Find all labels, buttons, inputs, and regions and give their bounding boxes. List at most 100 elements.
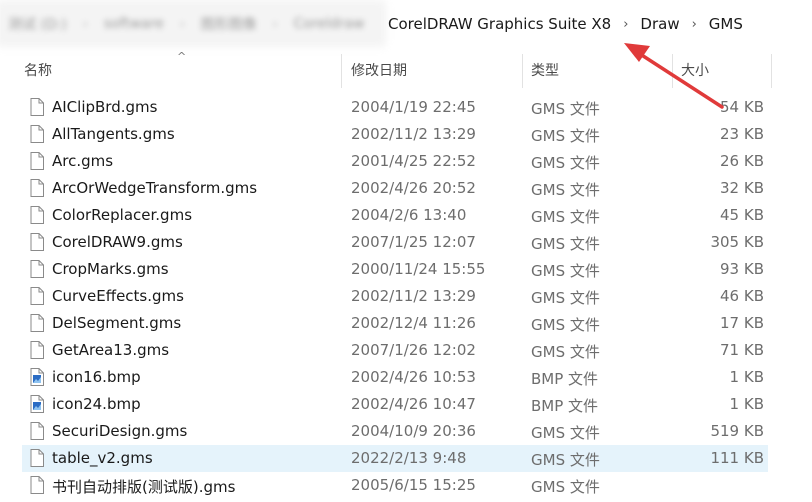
file-name: AllTangents.gms	[52, 125, 175, 143]
file-row[interactable]: AllTangents.gms 2002/11/2 13:29 GMS 文件 2…	[0, 121, 812, 148]
file-name: AIClipBrd.gms	[52, 98, 158, 116]
document-icon	[30, 206, 44, 224]
file-type: GMS 文件	[531, 181, 600, 199]
file-name: ColorReplacer.gms	[52, 206, 193, 224]
file-size: 1 KB	[729, 368, 764, 386]
file-size: 1 KB	[729, 395, 764, 413]
document-icon	[30, 449, 44, 467]
chevron-right-icon: ›	[82, 16, 88, 31]
breadcrumb-blurred-item: 图形图像	[200, 16, 257, 33]
column-header-modified-label: 修改日期	[351, 63, 407, 79]
file-row[interactable]: table_v2.gms 2022/2/13 9:48 GMS 文件 111 K…	[0, 445, 812, 472]
file-type: GMS 文件	[531, 154, 600, 172]
chevron-right-icon[interactable]: ›	[623, 17, 628, 32]
breadcrumb-blurred-item: 测试 (D:)	[8, 16, 67, 33]
blurred-path-prefix: 测试 (D:) › software › 图形图像 › Coreldraw	[0, 4, 382, 43]
file-name: icon24.bmp	[52, 395, 141, 413]
file-modified: 2005/6/15 15:25	[351, 476, 476, 494]
image-file-icon	[30, 368, 44, 386]
file-size: 46 KB	[720, 287, 764, 305]
file-row[interactable]: icon24.bmp 2002/4/26 10:47 BMP 文件 1 KB	[0, 391, 812, 418]
file-row[interactable]: CurveEffects.gms 2002/11/2 13:29 GMS 文件 …	[0, 283, 812, 310]
file-row[interactable]: DelSegment.gms 2002/12/4 11:26 GMS 文件 17…	[0, 310, 812, 337]
file-size: 45 KB	[720, 206, 764, 224]
column-header-name[interactable]: 名称	[18, 52, 344, 88]
file-size: 305 KB	[710, 233, 764, 251]
file-type: GMS 文件	[531, 424, 600, 442]
file-modified: 2002/11/2 13:29	[351, 287, 476, 305]
file-type: GMS 文件	[531, 127, 600, 145]
breadcrumb: CorelDRAW Graphics Suite X8 › Draw › GMS	[388, 0, 743, 48]
column-divider[interactable]	[771, 54, 772, 88]
file-size: 32 KB	[720, 179, 764, 197]
column-header-modified[interactable]: 修改日期	[345, 52, 523, 88]
file-modified: 2004/2/6 13:40	[351, 206, 467, 224]
file-type: GMS 文件	[531, 208, 600, 226]
file-name: table_v2.gms	[52, 449, 153, 467]
document-icon	[30, 476, 44, 494]
file-modified: 2002/4/26 10:47	[351, 395, 476, 413]
document-icon	[30, 233, 44, 251]
file-size: 519 KB	[710, 422, 764, 440]
file-row[interactable]: CropMarks.gms 2000/11/24 15:55 GMS 文件 93…	[0, 256, 812, 283]
file-explorer-window: 测试 (D:) › software › 图形图像 › Coreldraw Co…	[0, 0, 812, 502]
column-header-type-label: 类型	[531, 63, 559, 79]
image-file-icon	[30, 395, 44, 413]
file-row[interactable]: GetArea13.gms 2007/1/26 12:02 GMS 文件 71 …	[0, 337, 812, 364]
file-type: GMS 文件	[531, 451, 600, 469]
file-row[interactable]: icon16.bmp 2002/4/26 10:53 BMP 文件 1 KB	[0, 364, 812, 391]
column-divider[interactable]	[341, 54, 342, 88]
document-icon	[30, 125, 44, 143]
document-icon	[30, 287, 44, 305]
file-name: 书刊自动排版(测试版).gms	[52, 478, 236, 496]
chevron-right-icon[interactable]: ›	[692, 17, 697, 32]
file-row[interactable]: AIClipBrd.gms 2004/1/19 22:45 GMS 文件 54 …	[0, 94, 812, 121]
file-size: 17 KB	[720, 314, 764, 332]
file-row[interactable]: CorelDRAW9.gms 2007/1/25 12:07 GMS 文件 30…	[0, 229, 812, 256]
file-name: SecuriDesign.gms	[52, 422, 188, 440]
breadcrumb-item-gms[interactable]: GMS	[709, 15, 743, 33]
file-row[interactable]: ColorReplacer.gms 2004/2/6 13:40 GMS 文件 …	[0, 202, 812, 229]
file-name: ArcOrWedgeTransform.gms	[52, 179, 258, 197]
file-name: DelSegment.gms	[52, 314, 182, 332]
document-icon	[30, 314, 44, 332]
chevron-right-icon: ›	[179, 16, 185, 31]
breadcrumb-blurred-item: Coreldraw	[293, 15, 365, 32]
file-list: AIClipBrd.gms 2004/1/19 22:45 GMS 文件 54 …	[0, 94, 812, 499]
document-icon	[30, 152, 44, 170]
file-type: GMS 文件	[531, 262, 600, 280]
file-size: 93 KB	[720, 260, 764, 278]
file-modified: 2001/4/25 22:52	[351, 152, 476, 170]
file-name: GetArea13.gms	[52, 341, 170, 359]
document-icon	[30, 98, 44, 116]
column-header-size[interactable]: 大小	[675, 52, 771, 88]
column-header-size-label: 大小	[681, 63, 709, 79]
file-name: CurveEffects.gms	[52, 287, 184, 305]
column-header-bar: ^ 名称 修改日期 类型 大小	[0, 50, 812, 88]
file-size: 71 KB	[720, 341, 764, 359]
column-header-type[interactable]: 类型	[525, 52, 673, 88]
file-row[interactable]: ArcOrWedgeTransform.gms 2002/4/26 20:52 …	[0, 175, 812, 202]
document-icon	[30, 260, 44, 278]
file-name: CropMarks.gms	[52, 260, 169, 278]
file-row[interactable]: SecuriDesign.gms 2004/10/9 20:36 GMS 文件 …	[0, 418, 812, 445]
file-type: GMS 文件	[531, 316, 600, 334]
file-modified: 2007/1/25 12:07	[351, 233, 476, 251]
breadcrumb-item-coreldraw-suite[interactable]: CorelDRAW Graphics Suite X8	[388, 15, 611, 33]
breadcrumb-item-draw[interactable]: Draw	[640, 15, 679, 33]
file-size: 54 KB	[720, 98, 764, 116]
file-row[interactable]: Arc.gms 2001/4/25 22:52 GMS 文件 26 KB	[0, 148, 812, 175]
file-modified: 2002/4/26 20:52	[351, 179, 476, 197]
file-modified: 2007/1/26 12:02	[351, 341, 476, 359]
column-divider[interactable]	[522, 54, 523, 88]
file-row[interactable]: 书刊自动排版(测试版).gms 2005/6/15 15:25 GMS 文件	[0, 472, 812, 499]
file-type: GMS 文件	[531, 289, 600, 307]
file-modified: 2004/10/9 20:36	[351, 422, 476, 440]
file-modified: 2002/4/26 10:53	[351, 368, 476, 386]
column-divider[interactable]	[672, 54, 673, 88]
address-bar[interactable]: 测试 (D:) › software › 图形图像 › Coreldraw Co…	[0, 0, 812, 48]
chevron-right-icon: ›	[272, 16, 278, 31]
document-icon	[30, 341, 44, 359]
file-type: BMP 文件	[531, 397, 599, 415]
file-size: 23 KB	[720, 125, 764, 143]
